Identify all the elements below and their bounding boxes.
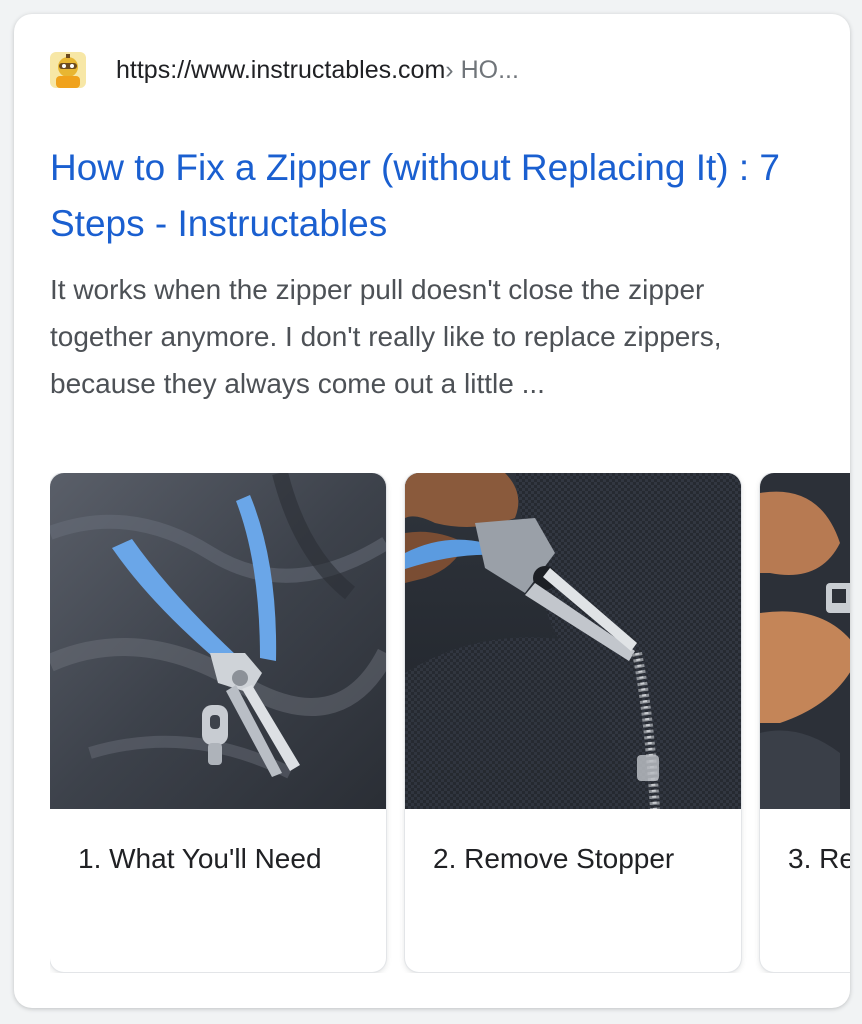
step-label: 2. Remove Stopper: [433, 843, 675, 874]
result-source[interactable]: https://www.instructables.com › HO...: [50, 52, 519, 88]
step-card-3[interactable]: 3. Re Pull: [760, 473, 850, 972]
result-snippet: It works when the zipper pull doesn't cl…: [50, 274, 722, 399]
step-card-1[interactable]: 1. What You'll Need: [50, 473, 386, 972]
pliers-on-fabric-image: [50, 473, 386, 809]
result-breadcrumb: › HO...: [445, 55, 519, 84]
steps-carousel[interactable]: 1. What You'll Need 2. Remove Stopper 3.…: [50, 473, 850, 973]
step-label: 3. Re Pull: [788, 843, 850, 874]
step-card-2[interactable]: 2. Remove Stopper: [405, 473, 741, 972]
result-url: https://www.instructables.com: [116, 55, 446, 84]
instructables-robot-icon: [50, 52, 86, 88]
step-label: 1. What You'll Need: [78, 843, 322, 874]
hand-holding-zipper-pull-image: [760, 473, 850, 809]
pliers-removing-stopper-image: [405, 473, 741, 809]
result-title-link[interactable]: How to Fix a Zipper (without Replacing I…: [50, 140, 830, 252]
search-result-card: https://www.instructables.com › HO... Ho…: [14, 14, 850, 1008]
